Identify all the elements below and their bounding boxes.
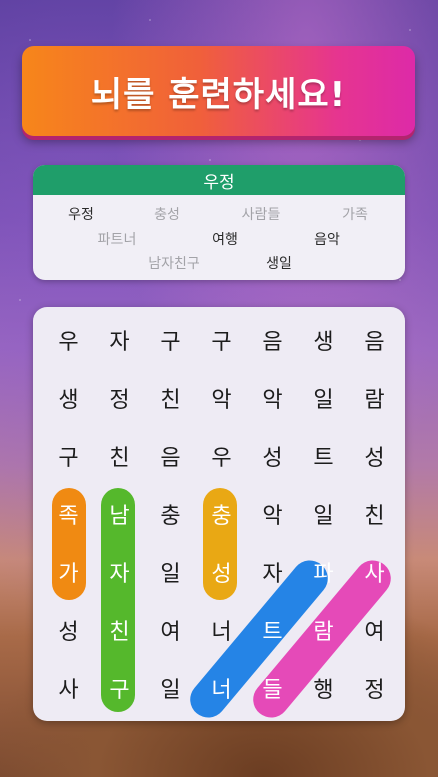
- grid-cell[interactable]: 너: [196, 601, 247, 659]
- grid-cell[interactable]: 일: [145, 659, 196, 717]
- banner-title: 뇌를 훈련하세요!: [90, 74, 347, 115]
- grid-cell[interactable]: 남: [94, 485, 145, 543]
- grid-cell[interactable]: 우: [196, 427, 247, 485]
- grid-cell[interactable]: 친: [145, 369, 196, 427]
- grid-cell[interactable]: 람: [349, 369, 400, 427]
- grid-cell[interactable]: 악: [247, 369, 298, 427]
- grid-cell[interactable]: 친: [94, 427, 145, 485]
- word-item: 우정: [68, 207, 94, 223]
- grid-cell[interactable]: 구: [94, 659, 145, 717]
- grid-cell[interactable]: 음: [349, 311, 400, 369]
- word-item: 음악: [314, 232, 340, 248]
- grid-cell[interactable]: 충: [145, 485, 196, 543]
- word-item: 충성: [154, 207, 180, 223]
- grid-cell[interactable]: 여: [145, 601, 196, 659]
- grid-cell[interactable]: 가: [43, 543, 94, 601]
- grid-cell[interactable]: 성: [247, 427, 298, 485]
- grid-cell[interactable]: 자: [247, 543, 298, 601]
- grid-cell[interactable]: 성: [43, 601, 94, 659]
- category-header: 우정: [33, 165, 405, 195]
- grid-cell[interactable]: 자: [94, 311, 145, 369]
- word-item: 사람들: [241, 207, 281, 223]
- grid-cell[interactable]: 정: [349, 659, 400, 717]
- grid-cell[interactable]: 음: [145, 427, 196, 485]
- word-item: 파트너: [97, 232, 137, 248]
- grid-cell[interactable]: 사: [43, 659, 94, 717]
- grid-cell[interactable]: 파: [298, 543, 349, 601]
- word-list-card: 우정 우정 충성 사람들 가족 파트너 여행 음악 남자친구 생일: [33, 165, 405, 280]
- grid-cell[interactable]: 우: [43, 311, 94, 369]
- word-item: 가족: [342, 207, 368, 223]
- grid-cell[interactable]: 일: [298, 369, 349, 427]
- grid-cell[interactable]: 친: [349, 485, 400, 543]
- grid-cell[interactable]: 악: [247, 485, 298, 543]
- grid-cell[interactable]: 정: [94, 369, 145, 427]
- word-item: 남자친구: [148, 256, 200, 272]
- grid-cell[interactable]: 성: [349, 427, 400, 485]
- title-banner: 뇌를 훈련하세요!: [22, 46, 415, 136]
- grid-cell[interactable]: 행: [298, 659, 349, 717]
- grid-cell[interactable]: 음: [247, 311, 298, 369]
- grid-cell[interactable]: 트: [298, 427, 349, 485]
- grid-cell[interactable]: 족: [43, 485, 94, 543]
- word-item: 생일: [266, 256, 292, 272]
- grid-cell[interactable]: 생: [298, 311, 349, 369]
- grid-cell[interactable]: 성: [196, 543, 247, 601]
- grid-cell[interactable]: 일: [145, 543, 196, 601]
- grid-cell[interactable]: 구: [196, 311, 247, 369]
- grid-cell[interactable]: 충: [196, 485, 247, 543]
- grid-cell[interactable]: 자: [94, 543, 145, 601]
- grid-cell[interactable]: 구: [43, 427, 94, 485]
- grid-cell[interactable]: 트: [247, 601, 298, 659]
- grid-cell[interactable]: 친: [94, 601, 145, 659]
- grid-cell[interactable]: 악: [196, 369, 247, 427]
- grid-cell[interactable]: 구: [145, 311, 196, 369]
- grid-cell[interactable]: 너: [196, 659, 247, 717]
- grid-cell[interactable]: 사: [349, 543, 400, 601]
- grid-cell[interactable]: 람: [298, 601, 349, 659]
- grid-cell[interactable]: 들: [247, 659, 298, 717]
- word-item: 여행: [212, 232, 238, 248]
- grid-cell[interactable]: 일: [298, 485, 349, 543]
- grid-cell[interactable]: 생: [43, 369, 94, 427]
- grid-cell[interactable]: 여: [349, 601, 400, 659]
